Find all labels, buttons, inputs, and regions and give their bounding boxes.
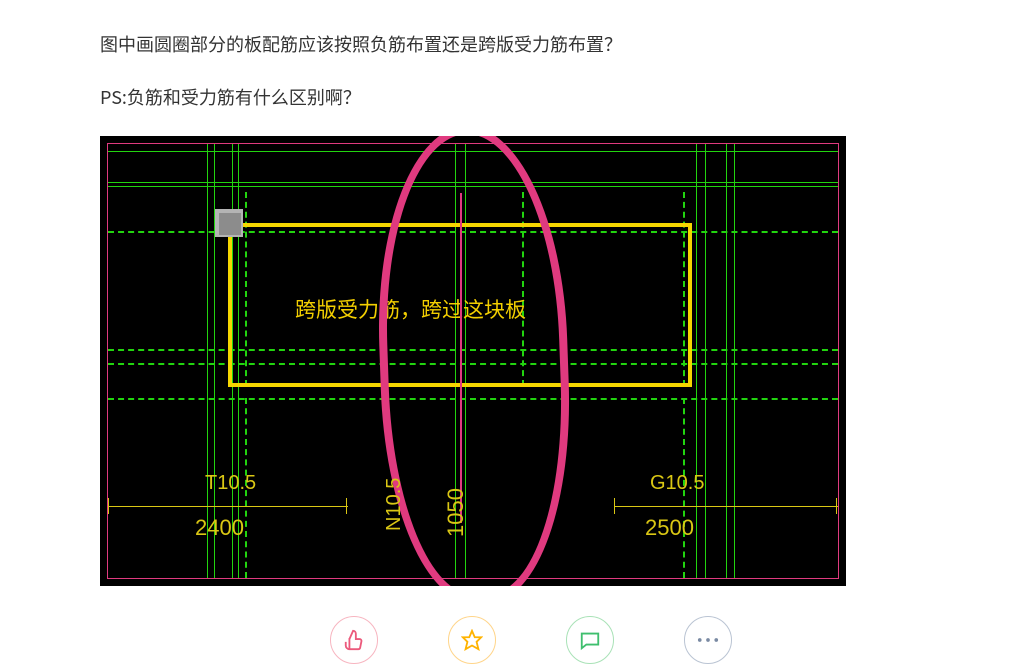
cad-label-N: N10.5 [383,477,406,530]
question-line-1: 图中画圆圈部分的板配筋应该按照负筋布置还是跨版受力筋布置？ [100,30,920,59]
annotation-text: 跨版受力筋，跨过这块板 [295,294,526,324]
dimension-line [460,193,462,523]
selection-grip [215,209,243,237]
cad-dim-G: 2500 [645,515,694,541]
reply-button[interactable] [566,616,614,664]
like-button[interactable] [330,616,378,664]
question-line-2: PS:负筋和受力筋有什么区别啊？ [100,83,920,112]
favorite-button[interactable] [448,616,496,664]
cad-screenshot: 跨版受力筋，跨过这块板 T10.5 2400 N10.5 1050 G10.5 … [100,136,846,586]
cad-label-T: T10.5 [205,472,256,495]
more-button[interactable] [684,616,732,664]
action-buttons [330,616,920,664]
cad-dim-N: 1050 [443,488,469,537]
cad-label-G: G10.5 [650,472,704,495]
cad-dim-T: 2400 [195,515,244,541]
